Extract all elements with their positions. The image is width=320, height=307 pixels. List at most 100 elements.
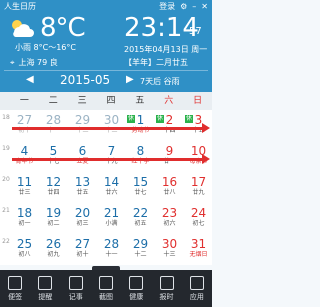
minimize-icon[interactable]: – — [192, 2, 196, 11]
settings-icon[interactable]: ⚙ — [180, 2, 187, 11]
day-cell[interactable]: 休 1 劳动节 — [126, 114, 155, 136]
lunar-label: 初九 — [47, 251, 60, 258]
day-cell[interactable]: 4 青年节 — [10, 145, 39, 167]
next-month-button[interactable]: ▶ — [126, 74, 134, 85]
lunar-label: 廿六 — [105, 189, 118, 196]
day-number: 17 — [190, 175, 207, 189]
toolbar-item[interactable]: 健康 — [121, 270, 151, 307]
day-number: 19 — [45, 206, 62, 220]
lunar-label: 廿四 — [47, 189, 60, 196]
weekday-label: 一 — [19, 96, 29, 106]
weekday-header: 一 二 三 四 五 六 日 — [0, 92, 212, 110]
toolbar-item[interactable]: 提醒 — [30, 270, 60, 307]
holiday-rest-badge: 休 — [156, 115, 165, 123]
day-number: 21 — [103, 206, 120, 220]
day-cell[interactable]: 8 红十字 — [126, 145, 155, 167]
day-number: 22 — [132, 206, 149, 220]
day-cell[interactable]: 18 初一 — [10, 207, 39, 229]
toolbar-label: 便签 — [8, 292, 23, 301]
day-cell[interactable]: 13 廿五 — [68, 176, 97, 198]
day-number: 11 — [16, 175, 33, 189]
toolbar-item[interactable]: 便签 — [0, 270, 30, 307]
current-date: 2015年04月13日 周一 — [124, 45, 208, 54]
lunar-label: 初三 — [76, 220, 89, 227]
day-cell[interactable]: 29 十二 — [126, 238, 155, 260]
day-cell[interactable]: 14 廿六 — [97, 176, 126, 198]
prev-month-button[interactable]: ◀ — [26, 74, 34, 85]
rain-cloud-icon — [12, 20, 34, 37]
day-number: 31 — [190, 237, 207, 251]
day-cell[interactable]: 6 立夏 — [68, 145, 97, 167]
apps-icon — [189, 275, 204, 290]
lunar-label: 小满 — [105, 220, 118, 227]
day-cell[interactable]: 休 2 十四 — [155, 114, 184, 136]
day-cell[interactable]: 17 廿九 — [184, 176, 213, 198]
lunar-label: 初六 — [163, 220, 176, 227]
day-cell[interactable]: 24 初七 — [184, 207, 213, 229]
day-cell[interactable]: 30 十三 — [97, 114, 126, 136]
day-cell[interactable]: 15 廿七 — [126, 176, 155, 198]
lunar-label: 廿九 — [192, 189, 205, 196]
day-cell[interactable]: 5 十七 — [39, 145, 68, 167]
day-number: 14 — [103, 175, 120, 189]
month-selector[interactable]: 2015-05 — [60, 73, 110, 87]
lunar-label: 廿五 — [76, 189, 89, 196]
close-icon[interactable]: ✕ — [201, 2, 208, 11]
day-number: 27 — [74, 237, 91, 251]
toolbar-item[interactable]: 报时 — [151, 270, 181, 307]
toolbar-item[interactable]: 截图 — [91, 270, 121, 307]
lunar-label: 初七 — [192, 220, 205, 227]
day-cell[interactable]: 9 廿一 — [155, 145, 184, 167]
chime-icon — [159, 275, 174, 290]
toolbar-item[interactable]: 应用 — [182, 270, 212, 307]
month-navigation: ◀ 2015-05 ▶ 7天后 谷雨 — [0, 72, 212, 90]
red-arrow-annotation — [12, 158, 202, 161]
day-cell[interactable]: 31 无烟日 — [184, 238, 213, 260]
day-number: 18 — [16, 206, 33, 220]
lunar-label: 初五 — [134, 220, 147, 227]
day-number: 20 — [74, 206, 91, 220]
day-cell[interactable]: 27 初十 — [10, 114, 39, 136]
day-cell[interactable]: 20 初三 — [68, 207, 97, 229]
day-cell[interactable]: 29 十二 — [68, 114, 97, 136]
title-bar: 人生日历 登录 ⚙ – ✕ — [0, 0, 212, 14]
week-number: 22 — [2, 238, 10, 245]
toolbar-label: 提醒 — [38, 292, 53, 301]
day-number: 30 — [161, 237, 178, 251]
day-cell[interactable]: 28 十一 — [39, 114, 68, 136]
day-number: 5 — [49, 144, 58, 158]
day-cell[interactable]: 16 廿八 — [155, 176, 184, 198]
toolbar-label: 应用 — [189, 292, 204, 301]
weekday-label: 二 — [48, 96, 58, 106]
toolbar-label: 健康 — [129, 292, 144, 301]
day-cell[interactable]: 23 初六 — [155, 207, 184, 229]
lunar-label: 十一 — [105, 251, 118, 258]
login-link[interactable]: 登录 — [159, 1, 175, 12]
day-cell[interactable]: 28 十一 — [97, 238, 126, 260]
lunar-label: 廿八 — [163, 189, 176, 196]
day-cell[interactable]: 27 初十 — [68, 238, 97, 260]
day-cell[interactable]: 7 十九 — [97, 145, 126, 167]
health-icon — [129, 275, 144, 290]
day-number: 8 — [136, 144, 145, 158]
window-controls: 登录 ⚙ – ✕ — [159, 1, 208, 12]
day-cell[interactable]: 22 初五 — [126, 207, 155, 229]
day-number: 28 — [45, 113, 62, 127]
toolbar-item[interactable]: 记事 — [61, 270, 91, 307]
day-number: 28 — [103, 237, 120, 251]
day-cell[interactable]: 11 廿三 — [10, 176, 39, 198]
header-panel: 人生日历 登录 ⚙ – ✕ 8°C 小雨 8°C～16°C 23:14 57 2… — [0, 0, 212, 92]
location-air-quality[interactable]: ⌖ 上海 79 良 — [10, 57, 58, 68]
day-cell[interactable]: 30 十三 — [155, 238, 184, 260]
day-number: 30 — [103, 113, 120, 127]
day-cell[interactable]: 26 初九 — [39, 238, 68, 260]
day-cell[interactable]: 12 廿四 — [39, 176, 68, 198]
day-cell[interactable]: 25 初八 — [10, 238, 39, 260]
weekday-label: 五 — [135, 96, 145, 106]
day-number: 15 — [132, 175, 149, 189]
day-cell[interactable]: 21 小满 — [97, 207, 126, 229]
header-divider — [4, 70, 208, 71]
day-cell[interactable]: 19 初二 — [39, 207, 68, 229]
day-number: 6 — [78, 144, 87, 158]
lunar-label: 初二 — [47, 220, 60, 227]
